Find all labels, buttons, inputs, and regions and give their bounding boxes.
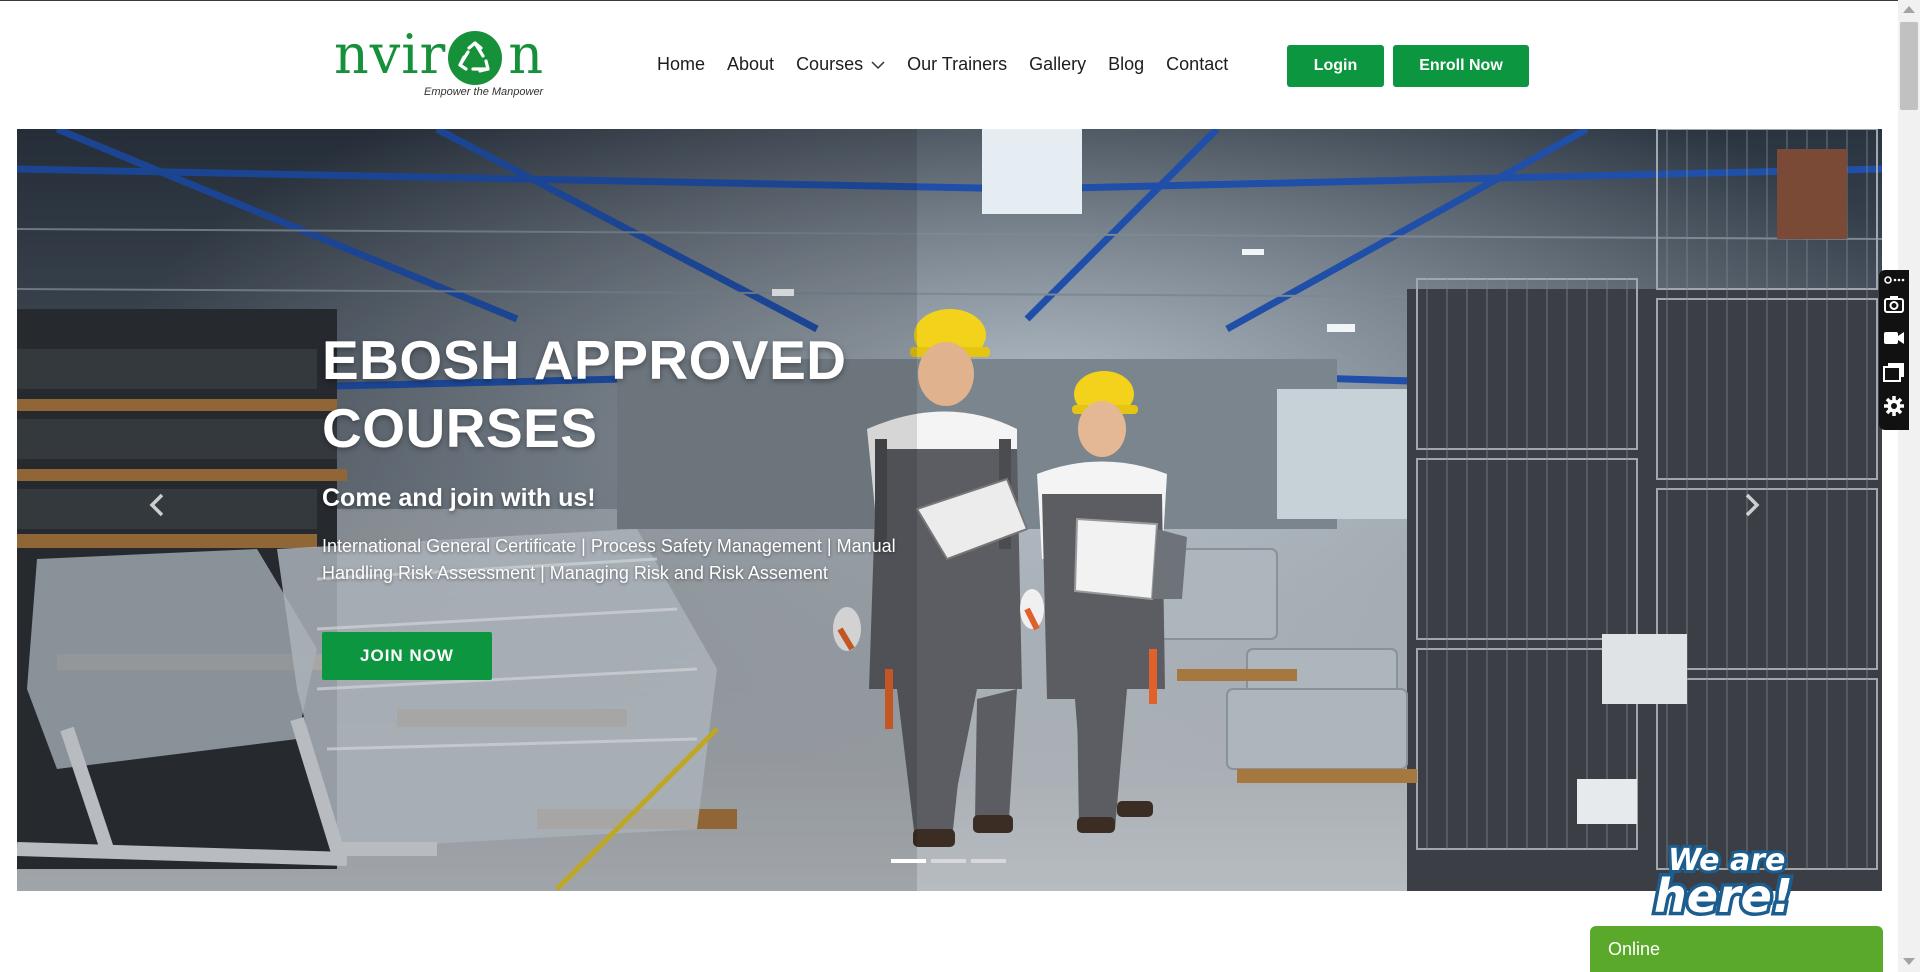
nav-our-trainers[interactable]: Our Trainers — [907, 54, 1007, 75]
recycle-icon — [448, 31, 502, 85]
nav-about[interactable]: About — [727, 54, 774, 75]
hero-slider: EBOSH APPROVED COURSES Come and join wit… — [17, 129, 1882, 891]
hero-caption: EBOSH APPROVED COURSES Come and join wit… — [322, 326, 962, 587]
scrollbar-thumb[interactable] — [1900, 22, 1918, 110]
nav-courses-label: Courses — [796, 54, 864, 74]
logo-wordmark: nvir n — [334, 23, 545, 86]
chat-status-label: Online — [1608, 939, 1661, 959]
slide-indicator-3[interactable] — [971, 859, 1006, 863]
hero-description: International General Certificate | Proc… — [322, 536, 896, 583]
chevron-right-icon[interactable] — [1737, 485, 1767, 525]
chevron-down-icon — [871, 60, 885, 69]
hero-subtitle: Come and join with us! — [322, 484, 596, 512]
hero-title: EBOSH APPROVED COURSES — [322, 326, 962, 462]
nav-home-label: Home — [657, 54, 706, 74]
badge-line-2: here! — [1654, 869, 1793, 918]
logo-tagline: Empower the Manpower — [424, 86, 544, 98]
nav-contact-label: Contact — [1166, 54, 1229, 74]
window-icon[interactable] — [1882, 360, 1906, 384]
scroll-up-arrow-icon[interactable] — [1903, 6, 1915, 13]
nav-about-label: About — [727, 54, 775, 74]
brand-logo[interactable]: nvir n Empower the Manpower — [334, 23, 544, 103]
scroll-down-arrow-icon[interactable] — [1903, 958, 1915, 965]
video-icon[interactable] — [1882, 326, 1906, 350]
slide-indicator-1[interactable] — [891, 859, 926, 863]
link-icon[interactable] — [1882, 272, 1906, 288]
nav-gallery[interactable]: Gallery — [1029, 54, 1086, 75]
hero-title-line-2: COURSES — [322, 397, 598, 459]
site-header: nvir n Empower the Manpower Home About Co… — [0, 1, 1898, 129]
slide-indicator-2[interactable] — [931, 859, 966, 863]
slide-indicators — [891, 859, 1006, 863]
enroll-now-button[interactable]: Enroll Now — [1393, 45, 1529, 87]
capture-toolbar — [1879, 270, 1909, 430]
settings-icon[interactable] — [1882, 394, 1906, 418]
hero-title-line-1: EBOSH APPROVED — [322, 329, 847, 391]
login-button[interactable]: Login — [1287, 45, 1384, 87]
camera-icon[interactable] — [1882, 292, 1906, 316]
nav-our-trainers-label: Our Trainers — [907, 54, 1008, 74]
nav-blog[interactable]: Blog — [1108, 54, 1144, 75]
nav-home[interactable]: Home — [657, 54, 705, 75]
nav-blog-label: Blog — [1108, 54, 1145, 74]
nav-contact[interactable]: Contact — [1166, 54, 1228, 75]
main-nav: Home About Courses Our Trainers Gallery … — [657, 54, 1250, 75]
join-now-button[interactable]: JOIN NOW — [322, 632, 492, 680]
nav-courses[interactable]: Courses — [796, 54, 885, 75]
live-chat-bar[interactable]: Online — [1590, 926, 1883, 972]
chevron-left-icon[interactable] — [142, 485, 172, 525]
nav-gallery-label: Gallery — [1029, 54, 1087, 74]
page-scrollbar[interactable] — [1898, 0, 1920, 972]
we-are-here-chat-badge[interactable]: We are here! — [1650, 838, 1812, 918]
